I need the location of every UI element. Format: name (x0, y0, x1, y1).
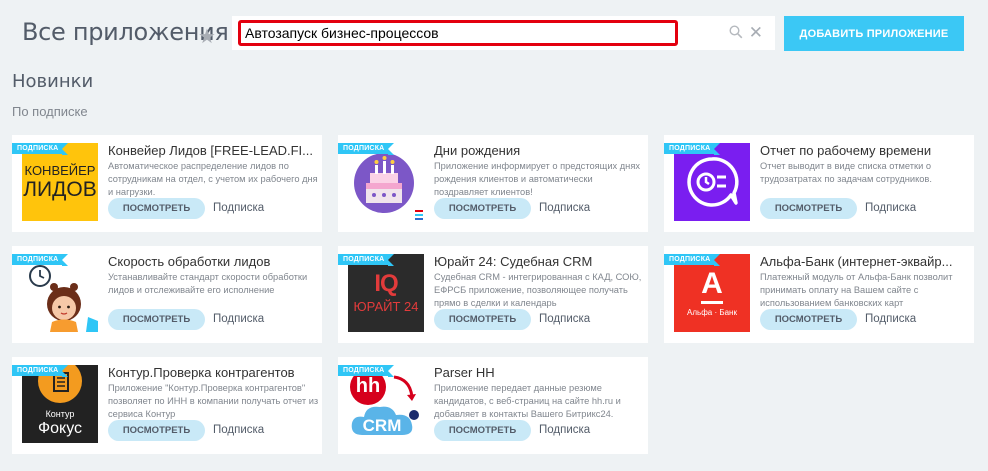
price-label: Подписка (539, 202, 591, 214)
app-description: Отчет выводит в виде списка отметки о тр… (760, 161, 932, 184)
subscription-badge: ПОДПИСКА (338, 143, 395, 155)
app-card[interactable]: ПОДПИСКА Отчет по рабочему времени Отчет… (664, 135, 974, 232)
app-logo-worktime[interactable] (674, 143, 750, 221)
app-title[interactable]: Юрайт 24: Судебная CRM (434, 254, 646, 269)
app-description: Приложение информирует о предстоящих дня… (434, 161, 640, 197)
app-description: Платежный модуль от Альфа-Банк позволит … (760, 272, 953, 308)
app-card[interactable]: ПОДПИСКА Контур Фокус Контур.Проверка ко… (12, 357, 322, 454)
view-button[interactable]: ПОСМОТРЕТЬ (108, 198, 205, 219)
search-box: ✕ (232, 16, 775, 50)
view-button[interactable]: ПОСМОТРЕТЬ (760, 198, 857, 219)
app-logo-alfabank[interactable]: А Альфа · Банк (674, 254, 750, 332)
logo-text: А (701, 266, 723, 300)
star-icon[interactable]: ★ (198, 24, 216, 49)
price-label: Подписка (213, 313, 265, 325)
app-title[interactable]: Скорость обработки лидов (108, 254, 320, 269)
logo-text: ЛИДОВ (23, 178, 97, 201)
app-title[interactable]: Parser HH (434, 365, 646, 380)
app-title[interactable]: Альфа-Банк (интернет-эквайр... (760, 254, 972, 269)
logo-text: Контур (45, 409, 75, 419)
app-logo-konveyer[interactable]: КОНВЕЙЕР ЛИДОВ (22, 143, 98, 221)
app-card[interactable]: ПОДПИСКА Скорость обработки лидов Устана… (12, 246, 322, 343)
subscription-badge: ПОДПИСКА (664, 143, 721, 155)
app-card[interactable]: ПОДПИСКА IQ ЮРАЙТ 24 Юрайт 24: Судебная … (338, 246, 648, 343)
view-button[interactable]: ПОСМОТРЕТЬ (434, 198, 531, 219)
add-app-button[interactable]: ДОБАВИТЬ ПРИЛОЖЕНИЕ (784, 16, 964, 51)
app-description: Судебная CRM - интегрированная с КАД, СО… (434, 272, 642, 308)
price-label: Подписка (865, 313, 917, 325)
app-title[interactable]: Конвейер Лидов [FREE-LEAD.FI... (108, 143, 320, 158)
logo-text: Альфа · Банк (687, 307, 737, 317)
app-description: Автоматическое распределение лидов по со… (108, 161, 318, 197)
view-button[interactable]: ПОСМОТРЕТЬ (434, 309, 531, 330)
search-icon[interactable] (729, 25, 743, 44)
section-subtitle: По подписке (12, 104, 88, 119)
price-label: Подписка (213, 424, 265, 436)
app-card[interactable]: ПОДПИСКА А Альфа · Банк Альфа-Банк (инте… (664, 246, 974, 343)
view-button[interactable]: ПОСМОТРЕТЬ (108, 420, 205, 441)
subscription-badge: ПОДПИСКА (12, 143, 69, 155)
logo-text: CRM (362, 416, 402, 435)
section-title: Новинки (12, 71, 94, 92)
app-logo-yurait[interactable]: IQ ЮРАЙТ 24 (348, 254, 424, 332)
app-logo-kontur[interactable]: Контур Фокус (22, 365, 98, 443)
app-logo-parser-hh[interactable]: hh CRM (348, 365, 424, 443)
logo-text: ЮРАЙТ 24 (353, 299, 419, 314)
app-card[interactable]: ПОДПИСКА Дни рождения Приложение информи… (338, 135, 648, 232)
price-label: Подписка (865, 202, 917, 214)
logo-text: КОНВЕЙЕР (24, 163, 96, 178)
app-title[interactable]: Дни рождения (434, 143, 646, 158)
price-label: Подписка (213, 202, 265, 214)
app-description: Приложение "Контур.Проверка контрагентов… (108, 383, 319, 419)
app-description: Приложение передает данные резюме кандид… (434, 383, 621, 419)
app-title[interactable]: Контур.Проверка контрагентов (108, 365, 320, 380)
view-button[interactable]: ПОСМОТРЕТЬ (108, 309, 205, 330)
view-button[interactable]: ПОСМОТРЕТЬ (434, 420, 531, 441)
search-input[interactable] (238, 20, 678, 46)
clear-icon[interactable]: ✕ (749, 24, 763, 41)
subscription-badge: ПОДПИСКА (338, 365, 395, 377)
logo-underline (701, 300, 723, 304)
app-title[interactable]: Отчет по рабочему времени (760, 143, 972, 158)
app-logo-lead-speed[interactable] (22, 254, 98, 332)
app-card[interactable]: ПОДПИСКА hh CRM Parser HH Приложение пер… (338, 357, 648, 454)
subscription-badge: ПОДПИСКА (664, 254, 721, 266)
view-button[interactable]: ПОСМОТРЕТЬ (760, 309, 857, 330)
app-card[interactable]: ПОДПИСКА КОНВЕЙЕР ЛИДОВ Конвейер Лидов [… (12, 135, 322, 232)
app-logo-birthday[interactable] (348, 143, 424, 221)
app-description: Устанавливайте стандарт скорости обработ… (108, 272, 308, 295)
logo-text: hh (355, 375, 381, 397)
price-label: Подписка (539, 313, 591, 325)
subscription-badge: ПОДПИСКА (12, 365, 69, 377)
subscription-badge: ПОДПИСКА (12, 254, 69, 266)
logo-text: Фокус (37, 420, 83, 437)
subscription-badge: ПОДПИСКА (338, 254, 395, 266)
price-label: Подписка (539, 424, 591, 436)
logo-text: IQ (374, 270, 398, 297)
